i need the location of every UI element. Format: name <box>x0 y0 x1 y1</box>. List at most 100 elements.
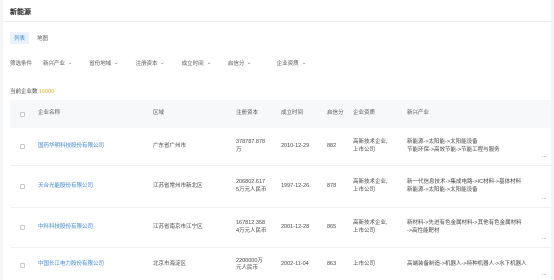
region-cell: 广东省广州市 <box>153 142 187 149</box>
capital-line: 378787.878 <box>236 139 266 145</box>
filter-bar: 筛选条件 新兴产业 ⌄ 省份地域 ⌄ 注册资本 ⌄ 成立时间 ⌄ 启信分 ⌄ 企业资质 ⌄ <box>10 59 323 67</box>
score-cell: 882 <box>327 142 337 149</box>
filter-province[interactable]: 省份地域 ⌄ <box>89 59 119 67</box>
count-label: 当前企业数 <box>10 89 38 95</box>
col-industry: 新兴产业 <box>407 110 430 117</box>
chevron-down-icon: ⌄ <box>67 60 73 66</box>
filter-registered-capital[interactable]: 注册资本 ⌄ <box>135 59 166 67</box>
table-header: 企业名称 区域 注册资本 成立时间 启信分 企业资质 新兴产业 <box>10 100 551 128</box>
capital-line: 2200000万 <box>236 257 263 264</box>
industry-cell: 新能源->太阳能->太阳能设备 节能环保->高效节能->节能工程与服务 <box>407 128 500 165</box>
company-name-link[interactable]: 中国长江电力股份有限公司 <box>38 248 104 280</box>
industry-cell: 新一代信息技术->集成电路->IC材料->基体材料 新能源->太阳能->太阳能设备 <box>407 166 521 207</box>
industry-cell: 高端装备制造->机器人->特种机器人->水下机器人 <box>407 248 527 280</box>
industry-line: 新一代信息技术->集成电路->IC材料->基体材料 <box>407 179 522 185</box>
table-row[interactable]: 国药华明科技股份有限公司 广东省广州市 378787.878 万 2010-12-… <box>10 128 551 166</box>
date-cell: 2010-12-29 <box>281 142 310 149</box>
qual-line: 高新技术企业, <box>353 139 388 145</box>
qual-line: 上市公司 <box>353 186 376 193</box>
filter-qualification[interactable]: 企业资质 ⌄ <box>276 59 307 67</box>
col-score: 启信分 <box>327 110 344 117</box>
score-cell: 878 <box>327 182 337 189</box>
filter-label: 筛选条件 <box>10 61 33 67</box>
capital-cell: 378787.878 万 <box>236 128 265 165</box>
more-indicator[interactable]: ... <box>542 248 547 280</box>
capital-line: 5万元人民币 <box>236 186 267 193</box>
date-cell: 2001-12-28 <box>281 223 310 230</box>
chevron-down-icon: ⌄ <box>160 60 166 66</box>
filter-text: 省份地域 <box>89 61 112 67</box>
capital-line: 4万元人民币 <box>236 227 267 234</box>
qual-line: 高新技术企业, <box>353 179 388 185</box>
list-view-tab[interactable]: 列表 <box>10 32 30 44</box>
qual-line: 上市公司 <box>353 146 376 153</box>
row-checkbox[interactable] <box>20 248 25 280</box>
industry-line: 节能环保->高效节能->节能工程与服务 <box>407 146 500 153</box>
capital-line: 元人民币 <box>236 265 259 271</box>
more-indicator[interactable]: ... <box>542 208 547 247</box>
qualification-cell: 上市公司 <box>353 248 375 280</box>
table-row[interactable]: 中国长江电力股份有限公司 北京市海淀区 2200000万 元人民币 2002-11… <box>10 248 551 280</box>
table-row[interactable]: 天合光能股份有限公司 江苏省常州市新北区 206802.617 5万元人民币 19… <box>10 166 551 208</box>
col-founded: 成立时间 <box>281 110 304 117</box>
page-title: 新能源 <box>10 9 31 16</box>
filter-text: 成立时间 <box>181 61 204 67</box>
industry-line: ->高性能靶材 <box>407 227 440 234</box>
industry-line: 新材料->先进有色金属材料->其他有色金属材料 <box>407 220 522 226</box>
qualification-cell: 高新技术企业, 上市公司 <box>353 166 388 207</box>
more-indicator[interactable]: ... <box>542 128 547 165</box>
region-cell: 江苏省常州市新北区 <box>153 182 203 189</box>
score-cell: 865 <box>327 223 337 230</box>
filter-text: 启信分 <box>227 61 245 67</box>
capital-cell: 2200000万 元人民币 <box>236 248 263 280</box>
col-capital: 注册资本 <box>236 110 259 117</box>
filter-founded-date[interactable]: 成立时间 ⌄ <box>181 59 212 67</box>
row-checkbox[interactable] <box>20 208 25 247</box>
map-view-tab[interactable]: 地图 <box>33 32 52 44</box>
capital-cell: 206802.617 5万元人民币 <box>236 166 267 207</box>
industry-cell: 新材料->先进有色金属材料->其他有色金属材料 ->高性能靶材 <box>407 208 522 247</box>
qualification-cell: 高新技术企业, 上市公司 <box>353 128 388 165</box>
date-cell: 1997-12-26 <box>281 182 310 189</box>
capital-line: 206802.617 <box>236 179 266 185</box>
title-divider <box>3 21 551 22</box>
col-qualification: 企业资质 <box>353 110 376 117</box>
qualification-cell: 高新技术企业, 上市公司 <box>353 208 388 247</box>
company-count: 当前企业数 16000 <box>10 87 54 95</box>
score-cell: 863 <box>327 261 337 268</box>
row-checkbox[interactable] <box>20 166 25 207</box>
filter-score[interactable]: 启信分 ⌄ <box>228 59 252 67</box>
industry-line: 新能源->太阳能->太阳能设备 <box>407 186 478 193</box>
capital-cell: 167812.358 4万元人民币 <box>236 208 267 247</box>
more-indicator[interactable]: ... <box>542 166 547 207</box>
company-name-link[interactable]: 天合光能股份有限公司 <box>38 166 93 207</box>
qual-line: 上市公司 <box>353 261 376 268</box>
date-cell: 2002-11-04 <box>281 261 309 268</box>
chevron-down-icon: ⌄ <box>113 60 119 66</box>
select-all-checkbox[interactable] <box>20 100 25 128</box>
region-cell: 北京市海淀区 <box>153 261 187 268</box>
company-name-link[interactable]: 中科科技股份有限公司 <box>38 208 93 247</box>
chevron-down-icon: ⌄ <box>246 60 253 66</box>
filter-emerging-industry[interactable]: 新兴产业 ⌄ <box>43 59 73 67</box>
capital-line: 万 <box>236 146 242 153</box>
industry-line: 高端装备制造->机器人->特种机器人->水下机器人 <box>407 261 527 268</box>
filter-text: 注册资本 <box>135 61 158 67</box>
company-name-link[interactable]: 国药华明科技股份有限公司 <box>38 128 104 165</box>
col-region: 区域 <box>153 110 165 117</box>
row-checkbox[interactable] <box>20 128 25 165</box>
filter-text: 新兴产业 <box>43 61 66 67</box>
col-company-name: 企业名称 <box>38 110 61 117</box>
qual-line: 上市公司 <box>353 227 376 234</box>
chevron-down-icon: ⌄ <box>206 60 212 66</box>
company-table: 企业名称 区域 注册资本 成立时间 启信分 企业资质 新兴产业 国药华明科技股份… <box>10 100 551 277</box>
filter-text: 企业资质 <box>276 61 299 67</box>
view-switch: 列表 地图 <box>10 32 52 44</box>
main-panel: 新能源 列表 地图 筛选条件 新兴产业 ⌄ 省份地域 ⌄ 注册资本 ⌄ 成立时间 ⌄ 启… <box>3 0 551 280</box>
qual-line: 高新技术企业, <box>353 220 388 226</box>
chevron-down-icon: ⌄ <box>301 60 307 66</box>
capital-line: 167812.358 <box>236 220 266 226</box>
table-row[interactable]: 中科科技股份有限公司 江苏省南京市江宁区 167812.358 4万元人民币 20… <box>10 208 551 248</box>
count-value: 16000 <box>39 89 55 95</box>
region-cell: 江苏省南京市江宁区 <box>153 223 203 230</box>
